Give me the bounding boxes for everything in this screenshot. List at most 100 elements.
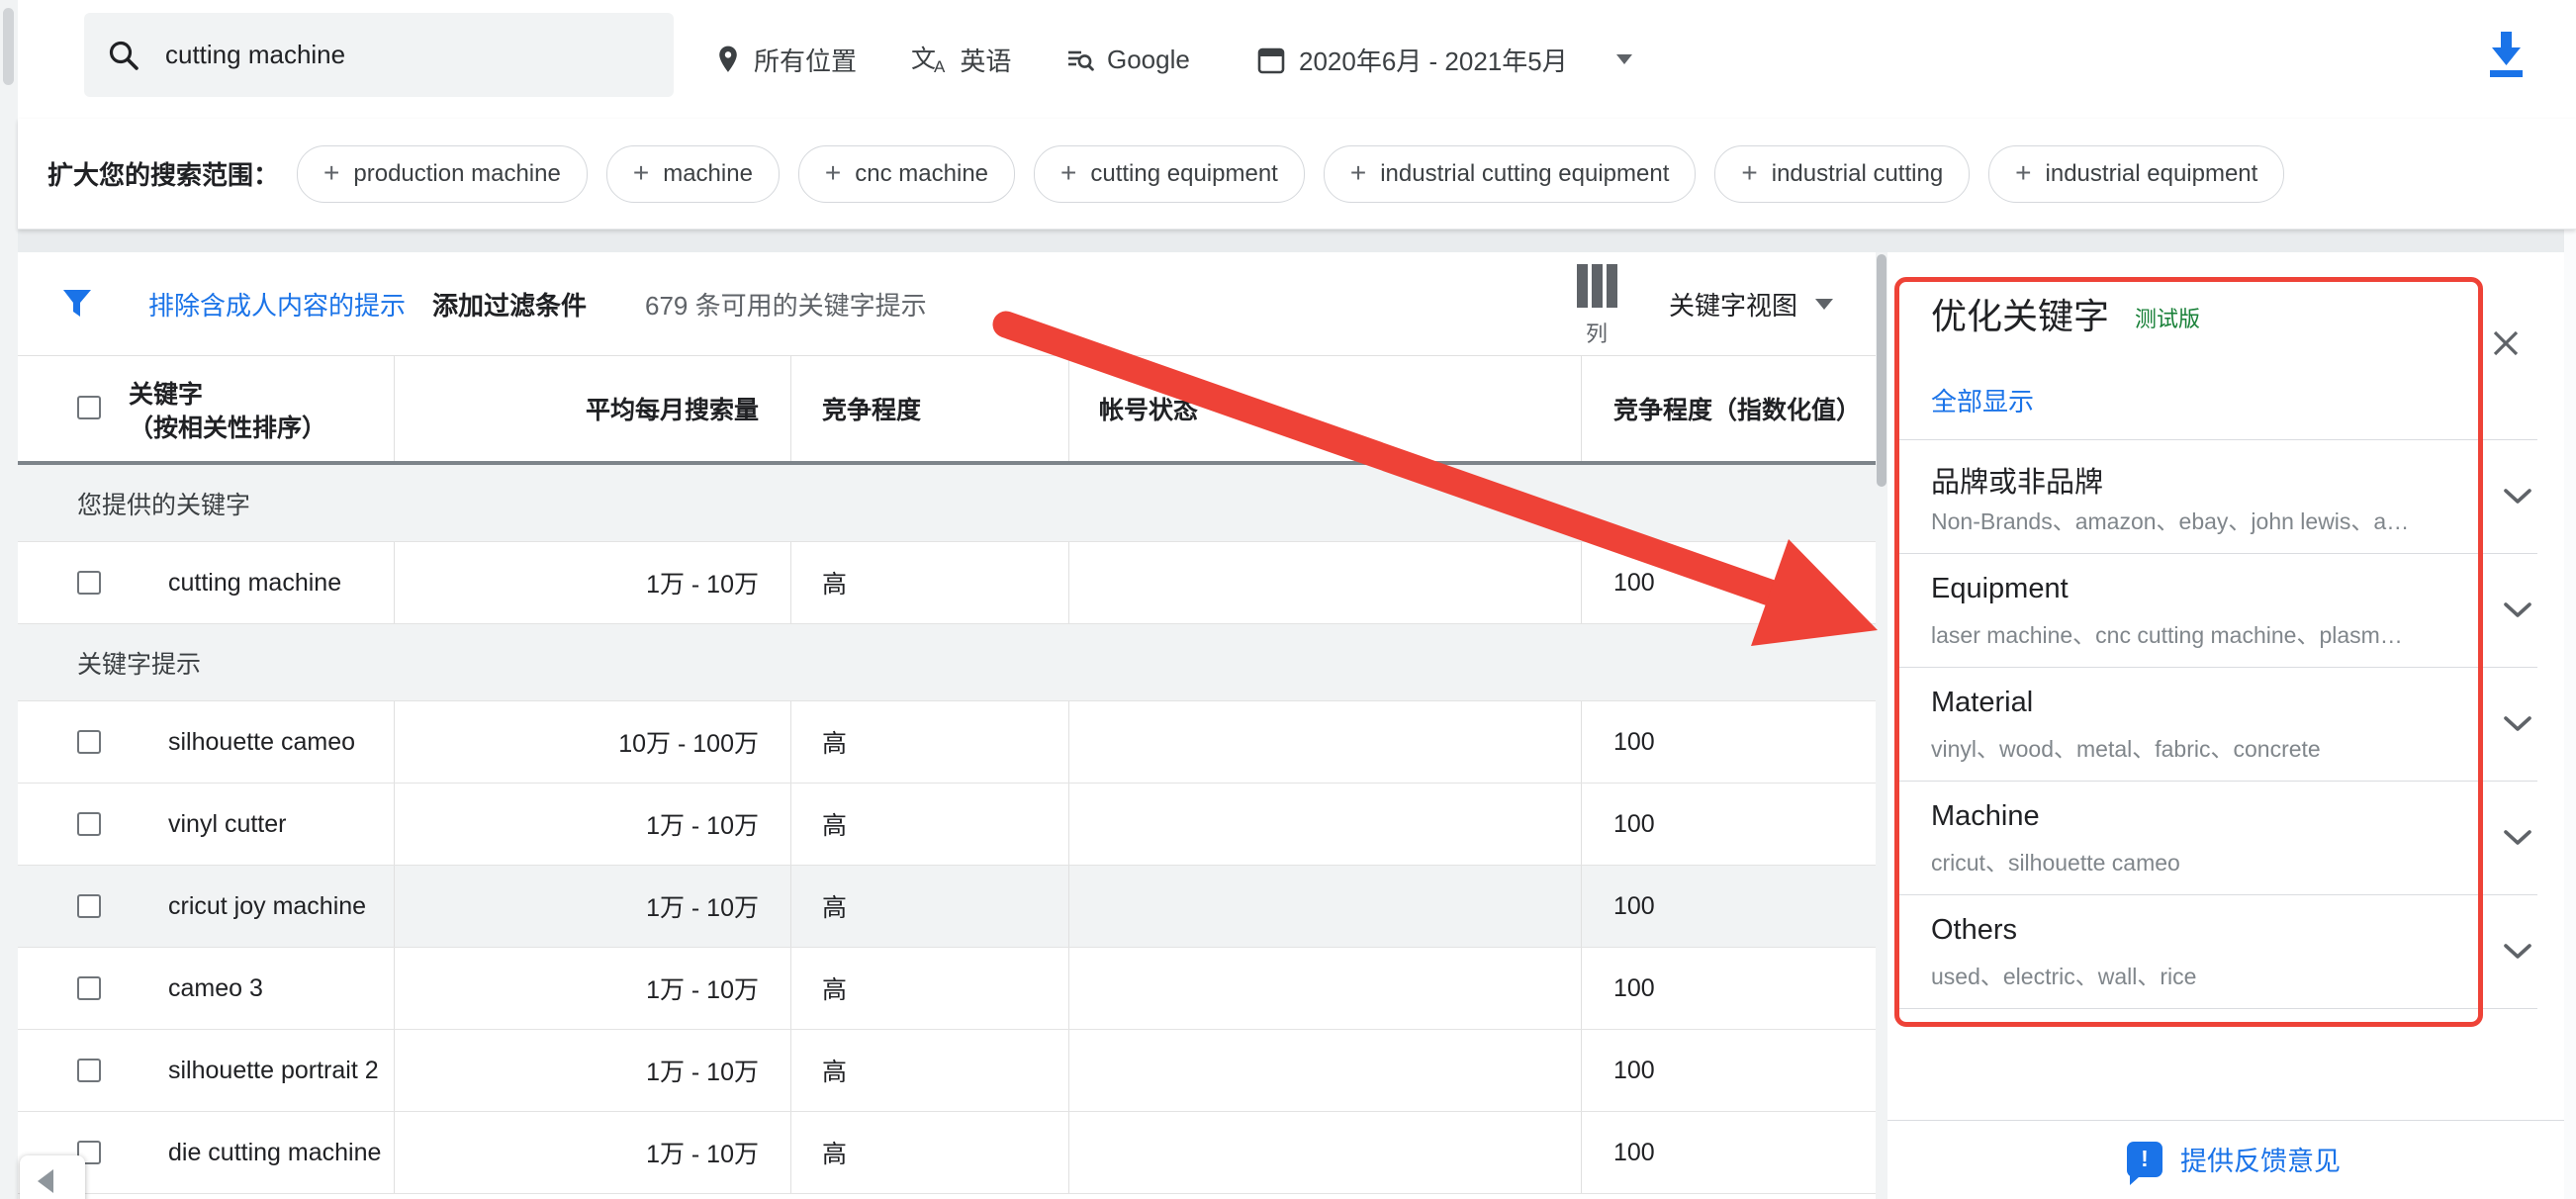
feedback-icon: !: [2127, 1142, 2162, 1177]
date-dropdown-arrow-icon[interactable]: [1616, 54, 1632, 64]
chip-label: industrial cutting: [1772, 160, 1943, 188]
background-gap: [18, 230, 2576, 252]
keyword-group-row[interactable]: 品牌或非品牌 Non-Brands、amazon、ebay、john lewis…: [1896, 440, 2537, 554]
header-volume[interactable]: 平均每月搜索量: [586, 391, 759, 426]
expand-chip[interactable]: + cnc machine: [798, 145, 1015, 203]
expand-chip[interactable]: + machine: [606, 145, 780, 203]
chip-label: cnc machine: [855, 160, 988, 188]
cell-volume: 1万 - 10万: [394, 1030, 790, 1111]
table-row[interactable]: silhouette portrait 2 1万 - 10万 高 100: [18, 1030, 1876, 1112]
cell-keyword: die cutting machine: [168, 1112, 381, 1193]
table-body: 您提供的关键字 cutting machine 1万 - 10万 高 100 关…: [18, 465, 1876, 1194]
select-all-checkbox[interactable]: [77, 396, 101, 419]
close-icon: [2489, 326, 2523, 360]
left-scrollbar[interactable]: [0, 0, 19, 1199]
columns-button[interactable]: 列: [1568, 264, 1625, 348]
row-checkbox[interactable]: [77, 730, 101, 754]
results-toolbar: 排除含成人内容的提示 添加过滤条件 679 条可用的关键字提示 列 关键字视图: [18, 252, 1876, 355]
cell-keyword: cricut joy machine: [168, 866, 366, 947]
chip-label: industrial cutting equipment: [1380, 160, 1669, 188]
table-row[interactable]: die cutting machine 1万 - 10万 高 100: [18, 1112, 1876, 1194]
row-checkbox[interactable]: [77, 976, 101, 1000]
row-checkbox[interactable]: [77, 812, 101, 836]
cell-competition: 高: [790, 701, 1068, 783]
plus-icon: +: [1350, 159, 1366, 187]
header-keyword[interactable]: 关键字: [129, 378, 326, 412]
row-checkbox[interactable]: [77, 571, 101, 595]
plus-icon: +: [1741, 159, 1757, 187]
plus-icon: +: [825, 159, 841, 187]
scroll-left-button[interactable]: [20, 1155, 85, 1199]
filter-funnel-icon[interactable]: [61, 252, 93, 355]
header-account-status[interactable]: 帐号状态: [1099, 391, 1198, 426]
table-row[interactable]: cutting machine 1万 - 10万 高 100: [18, 542, 1876, 624]
columns-icon: [1577, 264, 1617, 308]
expand-chip[interactable]: + industrial equipment: [1988, 145, 2284, 203]
keyword-group-row[interactable]: Machine cricut、silhouette cameo: [1896, 782, 2537, 895]
header-competition-index[interactable]: 竞争程度（指数化值）: [1613, 391, 1861, 426]
show-all-link[interactable]: 全部显示: [1931, 382, 2034, 418]
chevron-down-icon: [2503, 601, 2532, 619]
results-card: 排除含成人内容的提示 添加过滤条件 679 条可用的关键字提示 列 关键字视图 …: [18, 252, 1876, 1199]
expand-chip[interactable]: + industrial cutting: [1714, 145, 1970, 203]
expand-chip[interactable]: + cutting equipment: [1034, 145, 1305, 203]
left-scrollbar-thumb[interactable]: [3, 8, 14, 85]
download-button[interactable]: [2485, 30, 2529, 81]
beta-badge: 测试版: [2135, 297, 2200, 333]
location-selector[interactable]: 所有位置: [715, 0, 857, 119]
search-input[interactable]: cutting machine: [165, 40, 345, 70]
keyword-group-row[interactable]: Material vinyl、wood、metal、fabric、concret…: [1896, 668, 2537, 782]
columns-label: 列: [1568, 317, 1625, 348]
cell-competition-index: 100: [1581, 948, 1876, 1029]
chevron-down-icon: [2503, 829, 2532, 847]
cell-competition: 高: [790, 948, 1068, 1029]
cell-volume: 1万 - 10万: [394, 948, 790, 1029]
chevron-left-icon: [38, 1169, 53, 1193]
cell-volume: 1万 - 10万: [394, 866, 790, 947]
group-name: Machine: [1931, 800, 2040, 833]
location-label: 所有位置: [754, 42, 857, 78]
row-checkbox[interactable]: [77, 1059, 101, 1082]
language-selector[interactable]: 文A 英语: [911, 0, 1011, 119]
plus-icon: +: [1060, 159, 1076, 187]
view-selector[interactable]: 关键字视图: [1669, 252, 1833, 355]
table-scrollbar[interactable]: [1876, 252, 1887, 1199]
expand-chip[interactable]: + production machine: [297, 145, 588, 203]
expand-search-bar: 扩大您的搜索范围： + production machine + machine…: [18, 119, 2576, 230]
date-range-selector[interactable]: 2020年6月 - 2021年5月: [1256, 0, 1632, 119]
feedback-link[interactable]: ! 提供反馈意见: [2127, 1140, 2341, 1178]
table-row[interactable]: cricut joy machine 1万 - 10万 高 100: [18, 866, 1876, 948]
row-checkbox[interactable]: [77, 894, 101, 918]
panel-close-button[interactable]: [2489, 326, 2523, 360]
group-examples: vinyl、wood、metal、fabric、concrete: [1931, 730, 2321, 764]
add-filter-button[interactable]: 添加过滤条件: [432, 252, 587, 355]
network-selector[interactable]: Google: [1066, 0, 1190, 119]
cell-competition-index: 100: [1581, 542, 1876, 623]
cell-account-status: [1068, 1112, 1581, 1193]
cell-keyword: cutting machine: [168, 542, 341, 623]
group-examples: Non-Brands、amazon、ebay、john lewis、a…: [1931, 503, 2409, 536]
cell-account-status: [1068, 866, 1581, 947]
table-row[interactable]: silhouette cameo 10万 - 100万 高 100: [18, 701, 1876, 784]
search-network-icon: [1066, 46, 1094, 73]
table-row[interactable]: vinyl cutter 1万 - 10万 高 100: [18, 784, 1876, 866]
network-label: Google: [1107, 45, 1190, 75]
table-scrollbar-thumb[interactable]: [1877, 254, 1886, 487]
cell-competition: 高: [790, 866, 1068, 947]
table-row[interactable]: cameo 3 1万 - 10万 高 100: [18, 948, 1876, 1030]
keyword-search-box[interactable]: cutting machine: [84, 13, 674, 97]
expand-chip[interactable]: + industrial cutting equipment: [1324, 145, 1697, 203]
header-competition[interactable]: 竞争程度: [822, 391, 921, 426]
cell-account-status: [1068, 1030, 1581, 1111]
panel-title: 优化关键字: [1931, 297, 2109, 336]
keyword-group-row[interactable]: Equipment laser machine、cnc cutting mach…: [1896, 554, 2537, 668]
feedback-divider: [1887, 1120, 2576, 1121]
group-name: 品牌或非品牌: [1931, 459, 2103, 501]
cell-competition-index: 100: [1581, 1030, 1876, 1111]
cell-account-status: [1068, 701, 1581, 783]
table-section-row: 您提供的关键字: [18, 465, 1876, 542]
cell-competition-index: 100: [1581, 701, 1876, 783]
cell-keyword: cameo 3: [168, 948, 263, 1029]
keyword-group-row[interactable]: Others used、electric、wall、rice: [1896, 895, 2537, 1009]
exclude-adult-link[interactable]: 排除含成人内容的提示: [148, 252, 406, 355]
